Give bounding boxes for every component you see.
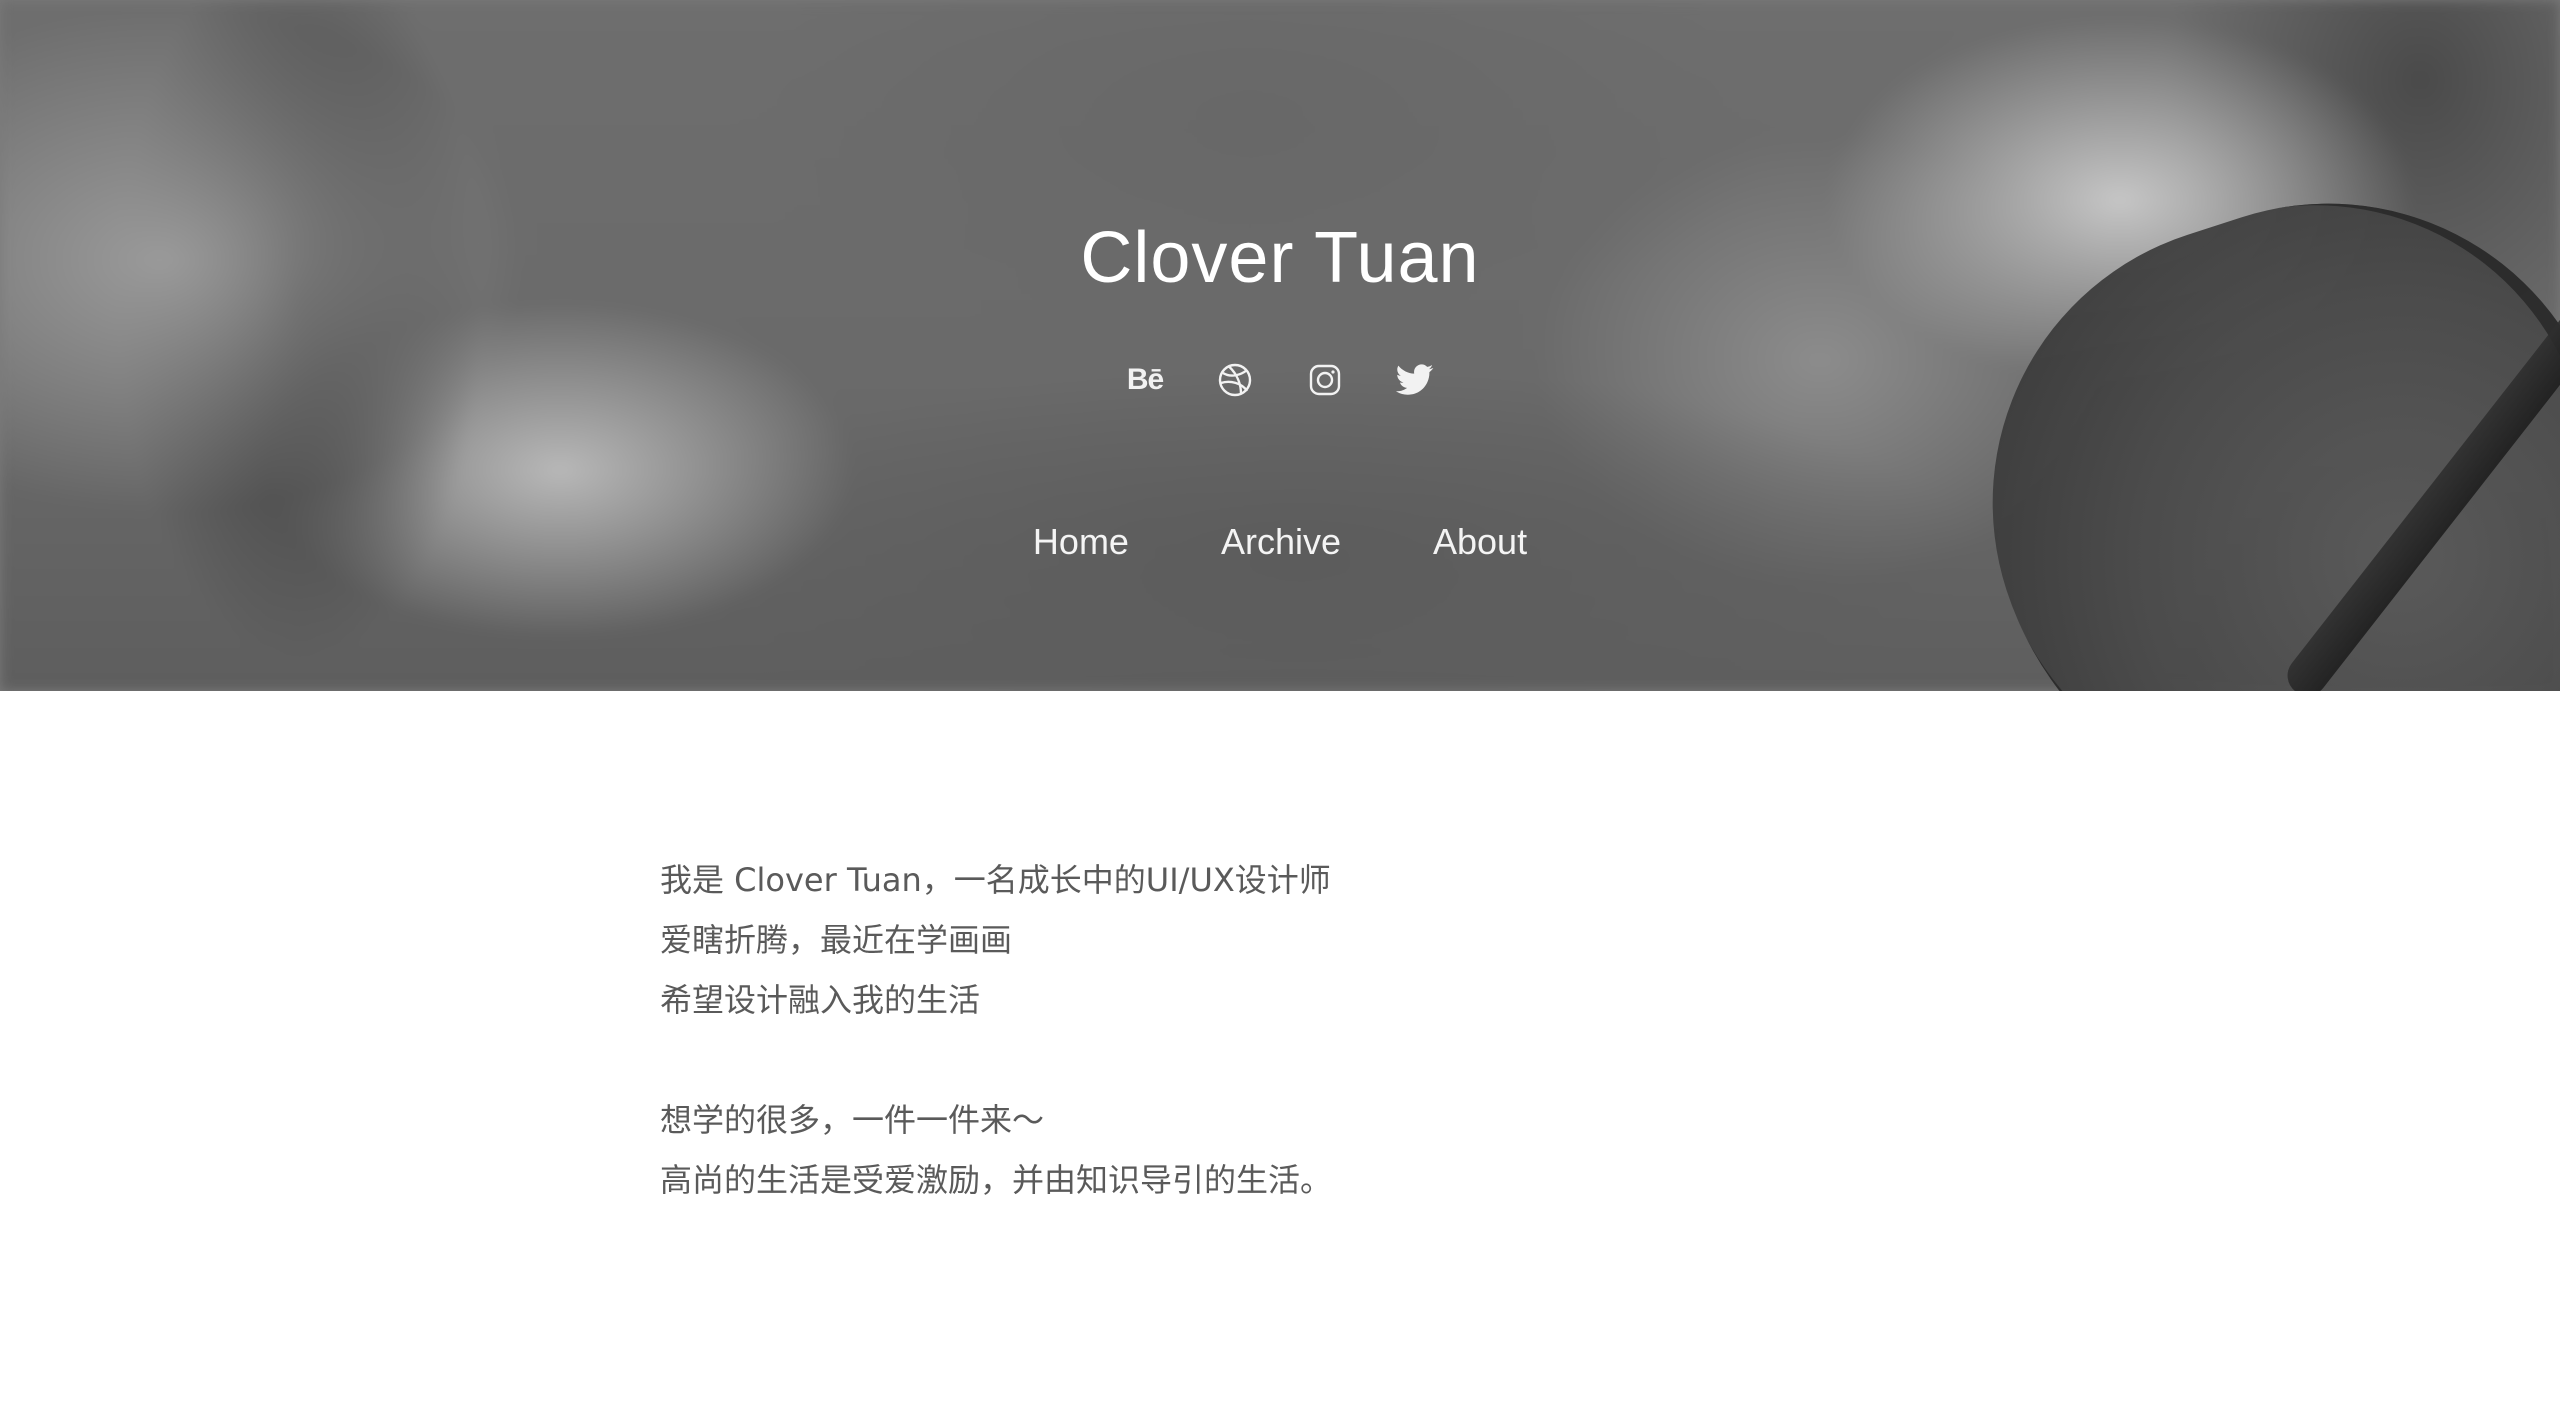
about-line: 想学的很多，一件一件来～ <box>660 1101 1045 1139</box>
twitter-icon <box>1396 364 1434 395</box>
dribbble-icon <box>1218 363 1252 397</box>
social-links: Bē <box>0 360 2560 400</box>
behance-icon: Bē <box>1126 363 1164 396</box>
hero-header: Clover Tuan Bē Home Archive About <box>0 0 2560 691</box>
nav-archive[interactable]: Archive <box>1221 514 1341 570</box>
nav-home[interactable]: Home <box>1033 514 1129 570</box>
instagram-icon <box>1309 364 1341 396</box>
about-line: 希望设计融入我的生活 <box>660 981 981 1019</box>
about-line: 高尚的生活是受爱激励，并由知识导引的生活。 <box>660 1161 1333 1199</box>
about-line: 我是 Clover Tuan，一名成长中的UI/UX设计师 <box>660 861 1331 899</box>
hero-content: Clover Tuan Bē Home Archive About <box>0 0 2560 691</box>
site-title[interactable]: Clover Tuan <box>0 208 2560 308</box>
main-nav: Home Archive About <box>0 514 2560 570</box>
about-content: 我是 Clover Tuan，一名成长中的UI/UX设计师 爱瞎折腾，最近在学画… <box>660 850 1900 1210</box>
dribbble-link[interactable] <box>1215 360 1255 400</box>
instagram-link[interactable] <box>1305 360 1345 400</box>
nav-about[interactable]: About <box>1433 514 1527 570</box>
behance-link[interactable]: Bē <box>1125 360 1165 400</box>
about-line: 爱瞎折腾，最近在学画画 <box>660 921 1013 959</box>
twitter-link[interactable] <box>1395 360 1435 400</box>
